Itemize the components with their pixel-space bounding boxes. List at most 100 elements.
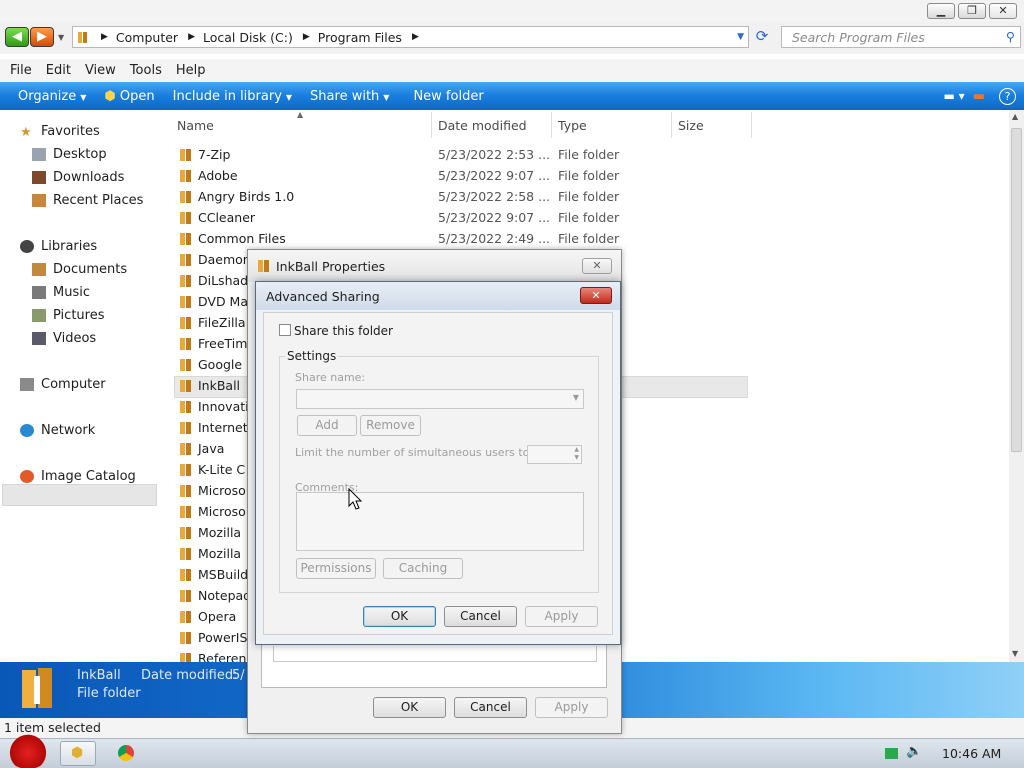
network-tray-icon[interactable] bbox=[885, 748, 898, 759]
share-this-folder-label[interactable]: Share this folder bbox=[294, 324, 393, 338]
nav-libraries[interactable]: Libraries bbox=[20, 239, 97, 254]
menu-view[interactable]: View bbox=[85, 63, 116, 78]
nav-selection-highlight bbox=[2, 484, 157, 506]
clock[interactable]: 10:46 AM bbox=[942, 746, 1001, 761]
minimize-button[interactable]: ▁ bbox=[927, 3, 955, 19]
properties-apply-button[interactable]: Apply bbox=[535, 697, 608, 718]
share-with-button[interactable]: Share with ▼ bbox=[310, 89, 389, 104]
nav-documents[interactable]: Documents bbox=[32, 262, 127, 277]
share-name-dropdown[interactable]: ▼ bbox=[296, 389, 584, 409]
file-name: 7-Zip bbox=[198, 147, 231, 162]
breadcrumb-program-files[interactable]: Program Files bbox=[318, 30, 402, 45]
menu-file[interactable]: File bbox=[10, 63, 32, 78]
scrollbar-thumb[interactable] bbox=[1011, 128, 1022, 452]
menu-help[interactable]: Help bbox=[176, 63, 206, 78]
file-name: FreeTim bbox=[198, 336, 248, 351]
file-name: Notepad bbox=[198, 588, 252, 603]
nav-network[interactable]: Network bbox=[20, 423, 95, 438]
scroll-up-icon[interactable]: ▲ bbox=[1012, 112, 1018, 121]
nav-favorites[interactable]: ★ Favorites bbox=[20, 124, 100, 140]
advanced-sharing-titlebar: Advanced Sharing ✕ bbox=[256, 282, 620, 310]
nav-desktop[interactable]: Desktop bbox=[32, 147, 107, 162]
folder-icon bbox=[180, 233, 191, 245]
nav-music[interactable]: Music bbox=[32, 285, 90, 300]
organize-button[interactable]: Organize ▼ bbox=[18, 89, 86, 104]
table-row[interactable]: 7-Zip 5/23/2022 2:53 ... File folder bbox=[160, 145, 1010, 166]
refresh-icon[interactable]: ⟳ bbox=[752, 27, 772, 47]
advanced-sharing-title: Advanced Sharing bbox=[266, 289, 380, 304]
caching-button[interactable]: Caching bbox=[383, 558, 463, 579]
address-dropdown-icon[interactable]: ▼ bbox=[737, 32, 744, 42]
start-button[interactable] bbox=[6, 733, 50, 768]
properties-close-button[interactable]: ✕ bbox=[582, 258, 612, 274]
search-icon[interactable]: ⚲ bbox=[1006, 29, 1015, 44]
share-this-folder-checkbox[interactable] bbox=[279, 324, 291, 336]
chrome-icon[interactable] bbox=[118, 745, 134, 761]
search-input[interactable]: Search Program Files ⚲ bbox=[781, 26, 1021, 48]
limit-users-label: Limit the number of simultaneous users t… bbox=[295, 446, 534, 459]
folder-icon bbox=[180, 149, 191, 161]
table-row[interactable]: Common Files 5/23/2022 2:49 ... File folde… bbox=[160, 229, 1010, 250]
nav-pictures[interactable]: Pictures bbox=[32, 308, 104, 323]
volume-icon[interactable]: 🔈 bbox=[906, 744, 922, 759]
forward-button[interactable]: ▶ bbox=[30, 27, 54, 47]
column-header-type[interactable]: Type bbox=[558, 118, 587, 133]
column-header-size[interactable]: Size bbox=[678, 118, 704, 133]
recent-pages-chevron-icon[interactable]: ▼ bbox=[58, 33, 64, 42]
properties-ok-button[interactable]: OK bbox=[373, 697, 446, 718]
maximize-button[interactable]: ❐ bbox=[958, 3, 986, 19]
nav-computer[interactable]: Computer bbox=[20, 377, 106, 392]
properties-cancel-button[interactable]: Cancel bbox=[454, 697, 527, 718]
folder-icon bbox=[180, 422, 191, 434]
address-bar[interactable]: ▶ Computer ▶ Local Disk (C:) ▶ Program F… bbox=[72, 26, 749, 48]
column-divider[interactable] bbox=[431, 112, 432, 138]
preview-pane-icon[interactable]: ▬ bbox=[973, 89, 985, 104]
window-titlebar bbox=[0, 0, 1024, 22]
settings-group-label: Settings bbox=[285, 349, 339, 363]
new-folder-button[interactable]: New folder bbox=[413, 89, 483, 104]
menu-tools[interactable]: Tools bbox=[130, 63, 162, 78]
view-options-icon[interactable]: ▬ ▾ bbox=[944, 89, 965, 103]
breadcrumb-computer[interactable]: Computer bbox=[116, 30, 178, 45]
advanced-sharing-close-button[interactable]: ✕ bbox=[580, 287, 612, 304]
details-date-value: 5/ bbox=[232, 668, 245, 683]
column-divider[interactable] bbox=[751, 112, 752, 138]
advanced-sharing-ok-button[interactable]: OK bbox=[363, 606, 436, 627]
folder-icon bbox=[180, 569, 191, 581]
table-row[interactable]: Adobe 5/23/2022 9:07 ... File folder bbox=[160, 166, 1010, 187]
taskbar-explorer-button[interactable]: ⬢ bbox=[60, 741, 96, 766]
folder-icon bbox=[180, 275, 191, 287]
nav-videos[interactable]: Videos bbox=[32, 331, 96, 346]
include-in-library-button[interactable]: Include in library ▼ bbox=[173, 89, 292, 104]
nav-recent-places[interactable]: Recent Places bbox=[32, 193, 143, 208]
include-in-library-label: Include in library bbox=[172, 88, 282, 104]
spinner-down-icon[interactable]: ▼ bbox=[574, 454, 579, 461]
spinner-up-icon[interactable]: ▲ bbox=[574, 446, 579, 453]
column-header-date-modified[interactable]: Date modified bbox=[438, 118, 527, 133]
scroll-down-icon[interactable]: ▼ bbox=[1012, 649, 1018, 658]
table-row[interactable]: Angry Birds 1.0 5/23/2022 2:58 ... File fo… bbox=[160, 187, 1010, 208]
file-name: Microso bbox=[198, 483, 246, 498]
remove-button[interactable]: Remove bbox=[360, 415, 421, 436]
breadcrumb-local-disk[interactable]: Local Disk (C:) bbox=[203, 30, 293, 45]
column-divider[interactable] bbox=[671, 112, 672, 138]
table-row[interactable]: CCleaner 5/23/2022 9:07 ... File folder bbox=[160, 208, 1010, 229]
nav-downloads[interactable]: Downloads bbox=[32, 170, 124, 185]
permissions-button[interactable]: Permissions bbox=[296, 558, 376, 579]
nav-image-catalog[interactable]: Image Catalog bbox=[20, 469, 136, 484]
column-header-name[interactable]: Name bbox=[177, 118, 214, 133]
open-button[interactable]: ⬢ Open bbox=[104, 89, 154, 104]
back-button[interactable]: ◀ bbox=[5, 27, 29, 47]
column-divider[interactable] bbox=[551, 112, 552, 138]
close-button[interactable]: ✕ bbox=[989, 3, 1017, 19]
comments-textarea[interactable] bbox=[296, 492, 584, 551]
file-type: File folder bbox=[558, 210, 620, 225]
file-name: Mozilla bbox=[198, 546, 242, 561]
help-icon[interactable]: ? bbox=[999, 87, 1016, 105]
file-name: Opera bbox=[198, 609, 237, 624]
advanced-sharing-apply-button[interactable]: Apply bbox=[525, 606, 598, 627]
advanced-sharing-cancel-button[interactable]: Cancel bbox=[444, 606, 517, 627]
add-button[interactable]: Add bbox=[297, 415, 357, 436]
limit-users-spinner[interactable]: ▲ ▼ bbox=[527, 445, 582, 464]
menu-edit[interactable]: Edit bbox=[46, 63, 71, 78]
